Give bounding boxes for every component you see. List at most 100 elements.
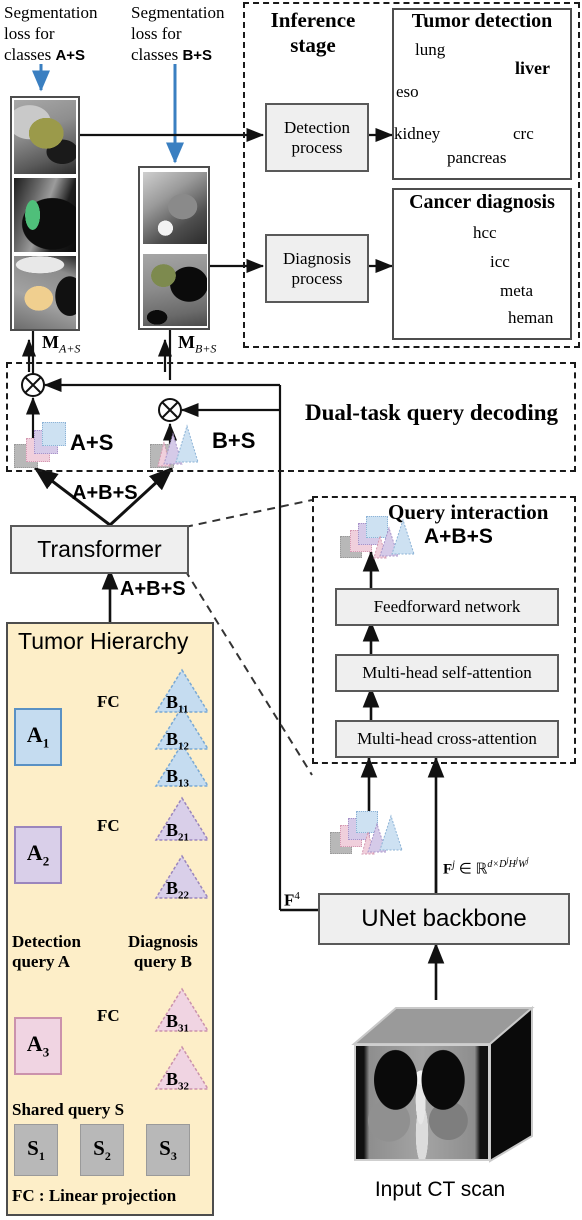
tumor-label-liver: liver [515, 58, 550, 78]
query-detection-square-a3 [42, 422, 66, 446]
hierarchy-node-b12[interactable]: B12 [166, 729, 189, 753]
unet-backbone-label: UNet backbone [361, 905, 527, 933]
cluster-triangles [373, 518, 415, 559]
diagnosis-label-heman: heman [508, 308, 554, 327]
mask-a-subscript: A+S [59, 341, 81, 356]
fc-label-a3: FC [97, 1006, 120, 1025]
fj-superscript: j [452, 859, 455, 871]
detection-process-line2: process [291, 137, 343, 157]
hierarchy-node-b32[interactable]: B32 [166, 1069, 189, 1093]
fj-symbol: F [443, 861, 453, 878]
tumor-label-kidney: kidney [394, 124, 441, 143]
ct-slice-b1 [143, 172, 207, 244]
query-cluster-input [330, 811, 410, 856]
detection-process-box[interactable]: Detection process [265, 103, 369, 172]
inference-title-line1: Inference [270, 8, 356, 32]
tumor-label-crc: crc [513, 124, 534, 143]
dual-task-combined-label: A+B+S [72, 482, 138, 504]
hierarchy-node-b13[interactable]: B13 [166, 766, 189, 790]
seg-loss-a-line1: Segmentation [4, 3, 98, 22]
hierarchy-node-a3[interactable]: A3 [14, 1017, 62, 1075]
ct-slice-a2 [14, 178, 76, 252]
ct-slice-a1 [14, 100, 76, 174]
cross-attention-block[interactable]: Multi-head cross-attention [335, 720, 559, 758]
mask-b-symbol: M [178, 332, 195, 352]
input-ct-scan-cube [342, 996, 538, 1171]
dual-task-label-b: B+S [212, 428, 256, 453]
detection-query-heading: Detection query A [12, 932, 81, 972]
shared-query-heading: Shared query S [12, 1100, 125, 1119]
mask-b-subscript: B+S [195, 341, 217, 356]
diagnosis-label-icc: icc [490, 252, 510, 271]
fc-label-a2: FC [97, 816, 120, 835]
transformer-input-label: A+B+S [120, 578, 186, 600]
diagnosis-process-box[interactable]: Diagnosis process [265, 234, 369, 303]
self-attention-block[interactable]: Multi-head self-attention [335, 654, 559, 692]
unet-backbone-box[interactable]: UNet backbone [318, 893, 570, 945]
seg-loss-b-classes: B+S [182, 47, 213, 64]
tumor-detection-title: Tumor detection [411, 10, 553, 32]
detection-query-line1: Detection [12, 932, 81, 951]
query-group-a [14, 420, 74, 468]
detection-process-line1: Detection [283, 117, 351, 137]
hierarchy-node-s1[interactable]: S1 [14, 1124, 58, 1176]
inference-title-line2: stage [290, 33, 336, 57]
query-cluster-output [340, 516, 420, 559]
transformer-box[interactable]: Transformer [10, 525, 189, 574]
segmentation-loss-caption-a: Segmentation loss for classes A+S [4, 2, 116, 66]
f4-superscript: 4 [294, 890, 300, 902]
diagnosis-query-line1: Diagnosis [128, 932, 198, 951]
segmentation-loss-caption-b: Segmentation loss for classes B+S [131, 2, 243, 66]
mask-stack-a [10, 96, 80, 331]
diagnosis-query-line2: query B [133, 952, 192, 971]
tumor-label-eso: eso [396, 82, 419, 101]
tumor-hierarchy-title: Tumor Hierarchy [18, 628, 189, 654]
detection-query-line2: query A [12, 952, 71, 971]
query-interaction-output-label: A+B+S [424, 525, 493, 548]
dual-task-title: Dual-task query decoding [305, 400, 559, 425]
tumor-label-pancreas: pancreas [447, 148, 507, 167]
diagnosis-process-line2: process [291, 268, 343, 288]
seg-loss-a-line2: loss for [4, 24, 55, 43]
f4-symbol: F [284, 890, 295, 910]
cancer-diagnosis-title: Cancer diagnosis [409, 191, 555, 213]
dual-task-label-a: A+S [70, 430, 114, 455]
ct-slice-b2 [143, 254, 207, 326]
diagnosis-process-line1: Diagnosis [283, 248, 351, 268]
diagnosis-label-meta: meta [500, 281, 534, 300]
hierarchy-node-s3[interactable]: S3 [146, 1124, 190, 1176]
fj-dims: d×DjHjWj [487, 856, 529, 871]
seg-loss-a-classes: A+S [55, 47, 86, 64]
seg-loss-a-line3: classes [4, 45, 56, 64]
hierarchy-node-b31[interactable]: B31 [166, 1011, 189, 1035]
feature-fj-label: Fj ∈ ℝd×DjHjWj [443, 856, 529, 878]
diagnosis-label-hcc: hcc [473, 223, 497, 242]
hierarchy-node-a1[interactable]: A1 [14, 708, 62, 766]
hierarchy-node-b21[interactable]: B21 [166, 820, 189, 844]
self-attention-label: Multi-head self-attention [362, 663, 532, 683]
inference-stage-title: Inference stage [258, 8, 368, 58]
seg-loss-b-line1: Segmentation [131, 3, 225, 22]
fc-footnote: FC : Linear projection [12, 1186, 177, 1205]
diagnosis-query-heading: Diagnosis query B [128, 932, 198, 972]
feedforward-network-block[interactable]: Feedforward network [335, 588, 559, 626]
seg-loss-b-line2: loss for [131, 24, 182, 43]
cross-attention-label: Multi-head cross-attention [357, 729, 537, 749]
hierarchy-node-s2[interactable]: S2 [80, 1124, 124, 1176]
mask-a-symbol: M [42, 332, 59, 352]
feature-f4-label: F4 [284, 890, 300, 911]
mask-label-a: MA+S [42, 332, 80, 357]
seg-loss-b-line3: classes [131, 45, 183, 64]
mask-stack-b [138, 166, 210, 330]
mask-label-b: MB+S [178, 332, 216, 357]
hierarchy-node-b22[interactable]: B22 [166, 878, 189, 902]
fc-label-a1: FC [97, 692, 120, 711]
query-group-b [150, 420, 214, 468]
transformer-label: Transformer [37, 536, 162, 563]
fj-membership: ∈ ℝ [458, 861, 488, 878]
ct-coronal-slice [354, 1044, 490, 1161]
hierarchy-node-b11[interactable]: B11 [166, 692, 188, 716]
feedforward-network-label: Feedforward network [373, 597, 521, 617]
hierarchy-node-a2[interactable]: A2 [14, 826, 62, 884]
input-triangles [361, 814, 403, 855]
